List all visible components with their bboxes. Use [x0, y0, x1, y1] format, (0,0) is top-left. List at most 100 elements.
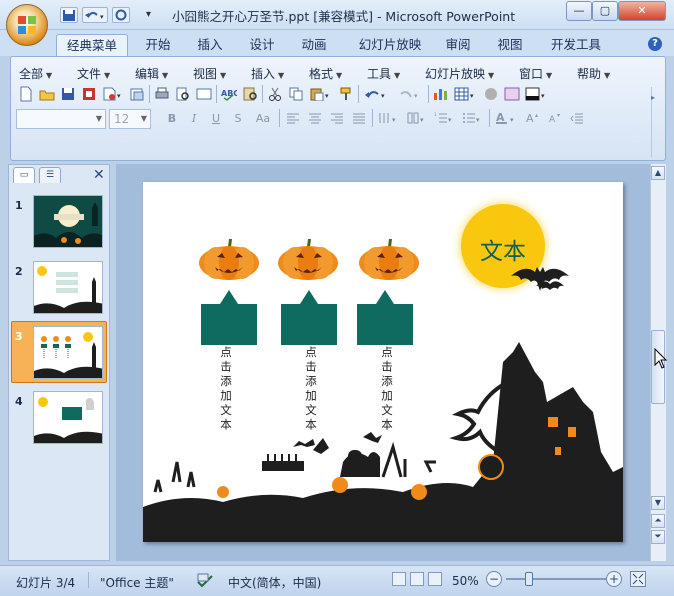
decrease-indent-icon[interactable]: [568, 109, 586, 127]
callout-shape[interactable]: [281, 290, 339, 346]
scroll-down-button[interactable]: ▼: [651, 496, 665, 510]
fit-to-window-icon[interactable]: [630, 571, 646, 587]
email-icon[interactable]: ▾: [101, 85, 125, 103]
align-right-icon[interactable]: [328, 109, 346, 127]
format-painter-icon[interactable]: [337, 85, 355, 103]
align-left-icon[interactable]: [284, 109, 302, 127]
new-icon[interactable]: [17, 85, 35, 103]
save-icon[interactable]: [59, 85, 77, 103]
menu-tools[interactable]: 工具 ▼: [367, 65, 400, 82]
menu-help[interactable]: 帮助 ▼: [577, 65, 610, 82]
scroll-up-button[interactable]: ▲: [651, 166, 665, 180]
previous-slide-button[interactable]: ⏶: [651, 514, 665, 528]
justify-icon[interactable]: [350, 109, 368, 127]
normal-view-icon[interactable]: [195, 85, 213, 103]
menu-view[interactable]: 视图 ▼: [193, 65, 226, 82]
slide-thumbnail-3[interactable]: [33, 326, 103, 379]
align-center-icon[interactable]: [306, 109, 324, 127]
slide-sorter-view-button[interactable]: [410, 572, 424, 586]
permission-icon[interactable]: [80, 85, 98, 103]
callout-shape[interactable]: [201, 290, 259, 346]
insert-chart-icon[interactable]: [432, 85, 450, 103]
close-pane-icon[interactable]: ✕: [93, 167, 105, 183]
slide-thumbnail-2[interactable]: [33, 261, 103, 314]
pumpkin-icon: [359, 239, 419, 280]
bold-button[interactable]: B: [163, 109, 181, 127]
bullets-icon[interactable]: ▾: [461, 109, 485, 127]
open-icon[interactable]: [38, 85, 56, 103]
menu-file[interactable]: 文件 ▼: [77, 65, 110, 82]
print-icon[interactable]: [153, 85, 171, 103]
help-icon[interactable]: ?: [648, 37, 662, 51]
menu-window[interactable]: 窗口 ▼: [519, 65, 552, 82]
redo-icon[interactable]: ▾: [395, 85, 425, 103]
tab-design[interactable]: 设计: [240, 34, 284, 56]
save-icon[interactable]: [60, 7, 78, 23]
slides-tab[interactable]: ▭: [13, 167, 35, 183]
publish-icon[interactable]: [128, 85, 146, 103]
spelling-icon[interactable]: ABC: [220, 85, 238, 103]
font-color-icon[interactable]: A ▾: [494, 109, 520, 127]
outline-tab[interactable]: ☰: [39, 167, 61, 183]
slide-canvas[interactable]: 文本 点击添加文本 点击添加文本 点击添加文本: [143, 182, 623, 542]
tab-view[interactable]: 视图: [488, 34, 532, 56]
close-button[interactable]: ✕: [618, 1, 666, 21]
color-icon[interactable]: [503, 85, 521, 103]
tab-classic-menu[interactable]: 经典菜单: [56, 34, 128, 56]
columns-icon[interactable]: ▾: [405, 109, 429, 127]
office-button[interactable]: [6, 4, 48, 46]
theme-name[interactable]: "Office 主题": [100, 574, 174, 591]
grow-font-icon[interactable]: A ▴: [524, 109, 542, 127]
font-size-combo[interactable]: 12 ▼: [109, 109, 151, 129]
menu-insert[interactable]: 插入 ▼: [251, 65, 284, 82]
text-direction-icon[interactable]: ▾: [377, 109, 401, 127]
menu-slideshow[interactable]: 幻灯片放映 ▼: [425, 65, 494, 82]
language-indicator[interactable]: 中文(简体，中国): [228, 574, 321, 591]
zoom-in-button[interactable]: +: [606, 571, 622, 587]
minimize-button[interactable]: —: [566, 1, 592, 21]
copy-icon[interactable]: [287, 85, 305, 103]
change-case-button[interactable]: Aa: [251, 109, 275, 127]
tab-home[interactable]: 开始: [136, 34, 180, 56]
slide-thumbnail-4[interactable]: [33, 391, 103, 444]
slide-3-preview-image: [34, 327, 102, 378]
slideshow-view-button[interactable]: [428, 572, 442, 586]
normal-view-button[interactable]: [392, 572, 406, 586]
callout-shape[interactable]: [357, 290, 415, 346]
shrink-font-icon[interactable]: A ▾: [546, 109, 564, 127]
menu-all[interactable]: 全部 ▼: [19, 65, 52, 82]
zoom-out-button[interactable]: −: [486, 571, 502, 587]
tab-review[interactable]: 审阅: [436, 34, 480, 56]
spell-check-icon[interactable]: [196, 572, 214, 588]
underline-button[interactable]: U: [207, 109, 225, 127]
zoom-slider-track[interactable]: [506, 578, 606, 580]
menu-edit[interactable]: 编辑 ▼: [135, 65, 168, 82]
tab-developer[interactable]: 开发工具: [544, 34, 608, 56]
maximize-button[interactable]: ▢: [592, 1, 618, 21]
paste-icon[interactable]: ▾: [308, 85, 334, 103]
redo-icon[interactable]: [112, 7, 130, 23]
shadow-button[interactable]: S: [229, 109, 247, 127]
zoom-slider-thumb[interactable]: [525, 572, 533, 586]
zoom-level[interactable]: 50%: [452, 574, 479, 588]
color-grayscale-icon[interactable]: [482, 85, 500, 103]
research-icon[interactable]: [241, 85, 259, 103]
menu-format[interactable]: 格式 ▼: [309, 65, 342, 82]
print-preview-icon[interactable]: [174, 85, 192, 103]
customize-qat-icon[interactable]: ▾: [146, 9, 151, 20]
tab-insert[interactable]: 插入: [188, 34, 232, 56]
insert-table-icon[interactable]: ▾: [453, 85, 479, 103]
slide-thumbnail-1[interactable]: [33, 195, 103, 248]
numbering-icon[interactable]: 1 ▾: [433, 109, 457, 127]
next-slide-button[interactable]: ⏷: [651, 530, 665, 544]
cut-icon[interactable]: [266, 85, 284, 103]
tab-animation[interactable]: 动画: [292, 34, 336, 56]
tab-slideshow[interactable]: 幻灯片放映: [350, 34, 430, 56]
svg-text:▾: ▾: [470, 92, 474, 100]
chevron-right-icon[interactable]: ▸: [651, 93, 655, 102]
italic-button[interactable]: I: [185, 109, 203, 127]
undo-icon[interactable]: ▾: [82, 7, 108, 23]
undo-icon[interactable]: ▾: [362, 85, 392, 103]
font-name-combo[interactable]: ▼: [16, 109, 106, 129]
fill-color-icon[interactable]: ▾: [524, 85, 550, 103]
